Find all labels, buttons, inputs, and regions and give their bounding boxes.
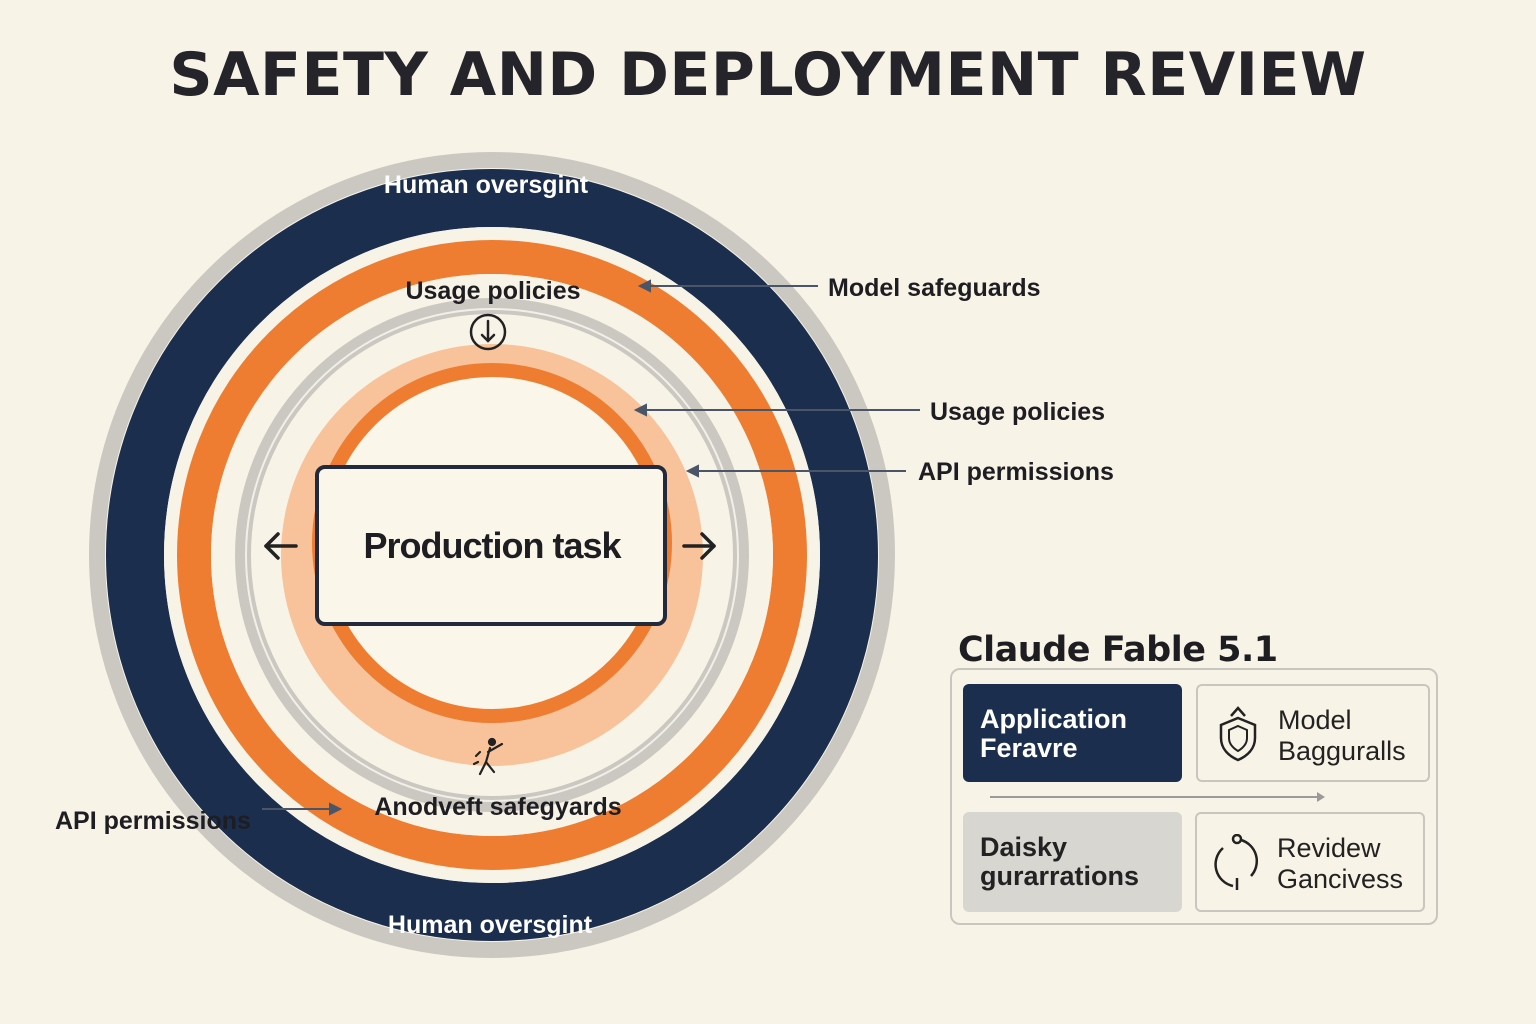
inner-top-label: Usage policies <box>405 277 580 305</box>
daisky-line2: gurarrations <box>980 861 1140 891</box>
callout-usage-policies: Usage policies <box>930 398 1105 426</box>
outer-bottom-label: Human oversgint <box>388 911 593 939</box>
shield-icon <box>1219 706 1257 762</box>
review-line2: Gancivess <box>1277 864 1404 894</box>
daisky-line1: Daisky <box>980 832 1068 862</box>
outer-top-label: Human oversgint <box>384 171 589 199</box>
panel-title: Claude Fable 5.1 <box>958 630 1278 670</box>
callout-api-permissions-right: API permissions <box>918 458 1114 486</box>
daisky-card: Daisky gurarrations <box>963 812 1182 912</box>
center-label: Production task <box>363 525 622 566</box>
application-line2: Feravre <box>980 733 1078 763</box>
cycle-icon <box>1214 834 1259 890</box>
model-card: Model Bagguralls <box>1196 684 1430 782</box>
callout-model-safeguards: Model safeguards <box>828 274 1041 302</box>
inner-bottom-label: Anodveft safegyards <box>374 793 621 821</box>
callout-api-permissions-left: API permissions <box>55 807 251 835</box>
review-card: Revidew Gancivess <box>1195 812 1425 912</box>
application-line1: Application <box>980 704 1127 734</box>
model-line2: Bagguralls <box>1278 736 1406 766</box>
application-card: Application Feravre <box>963 684 1182 782</box>
panel-arrow <box>990 792 1325 802</box>
review-line1: Revidew <box>1277 833 1381 863</box>
power-icon <box>469 313 507 351</box>
model-line1: Model <box>1278 705 1352 735</box>
